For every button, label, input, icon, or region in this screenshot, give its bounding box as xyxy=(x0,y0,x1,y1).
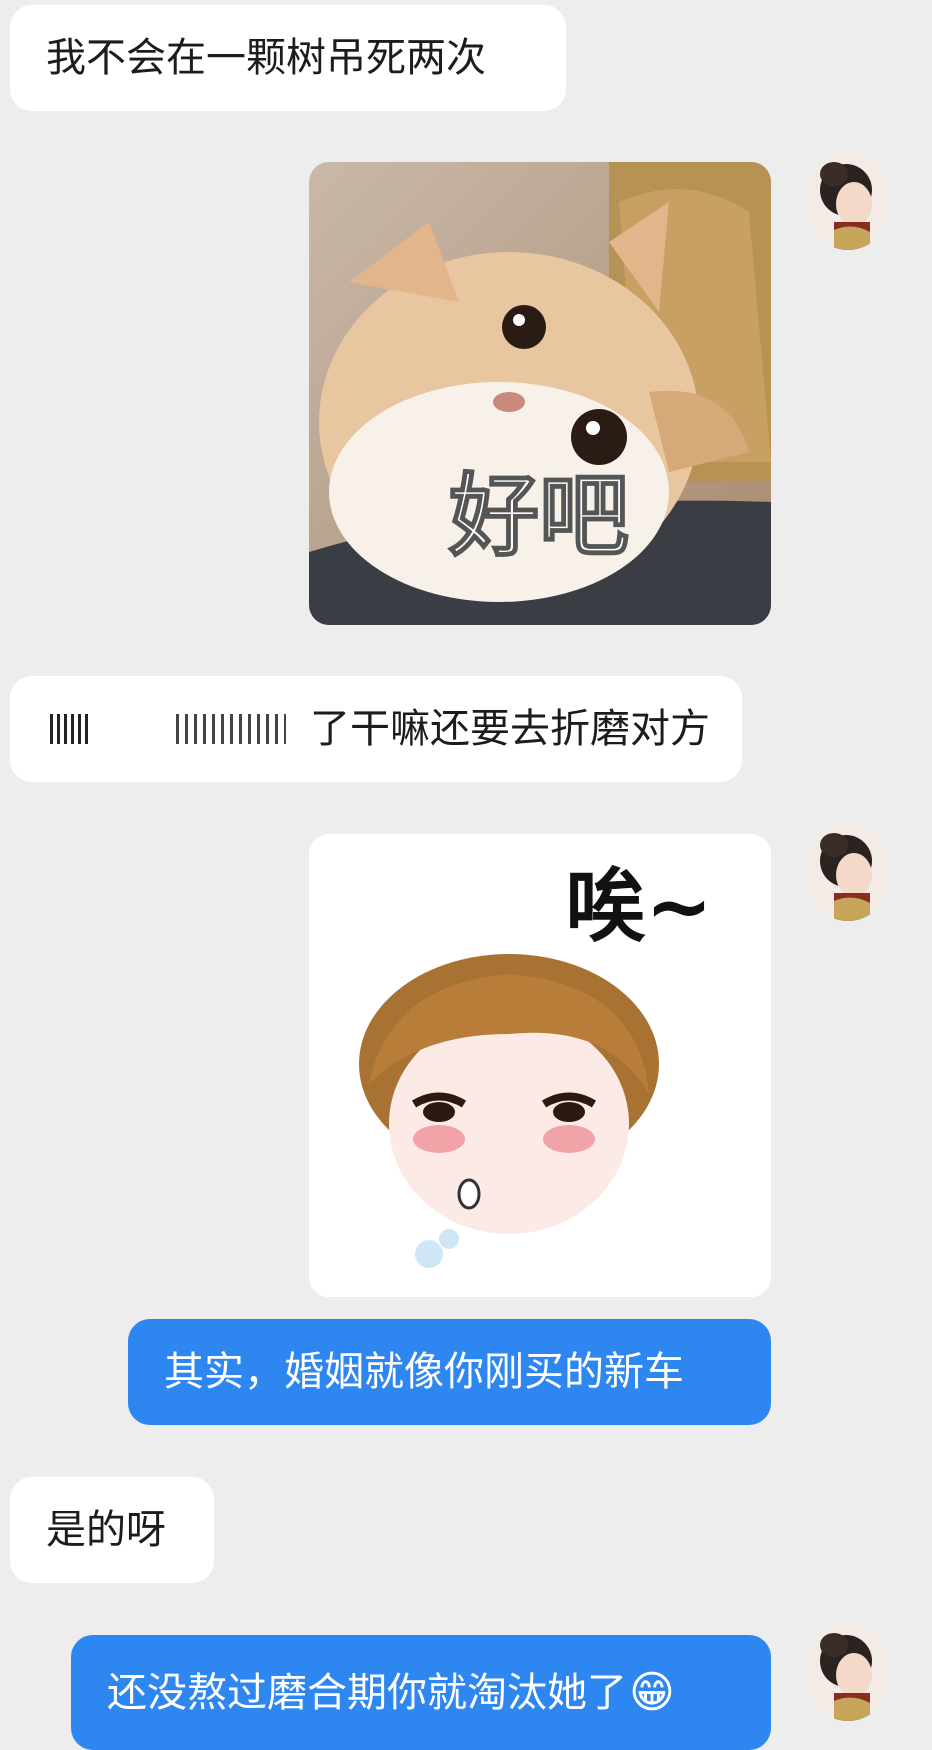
message-bubble-incoming[interactable]: 我不会在一颗树吊死两次 xyxy=(10,5,566,111)
message-text: 了干嘛还要去折磨对方 xyxy=(310,706,710,752)
cat-sticker-icon: 好吧 xyxy=(309,162,771,625)
message-bubble-outgoing[interactable]: 其实，婚姻就像你刚买的新车 xyxy=(128,1319,771,1425)
avatar[interactable] xyxy=(804,823,892,921)
redacted-text xyxy=(50,714,300,744)
grinning-emoji-icon: 😁 xyxy=(629,1666,675,1718)
message-text: 是的呀 xyxy=(46,1507,166,1553)
avatar[interactable] xyxy=(804,152,892,250)
sticker-caption: 唉~ xyxy=(565,860,712,953)
message-bubble-incoming[interactable]: 是的呀 xyxy=(10,1477,214,1583)
message-text: 我不会在一颗树吊死两次 xyxy=(46,35,486,81)
message-text: 还没熬过磨合期你就淘汰她了 xyxy=(107,1669,627,1716)
cat-sticker[interactable]: 好吧 xyxy=(309,162,771,625)
sticker-caption: 好吧 xyxy=(448,464,629,569)
sigh-girl-sticker-icon: 唉~ xyxy=(309,834,771,1297)
message-bubble-outgoing[interactable]: 还没熬过磨合期你就淘汰她了 😁 xyxy=(71,1635,771,1750)
sigh-girl-sticker[interactable]: 唉~ xyxy=(309,834,771,1297)
user-avatar-icon xyxy=(804,152,892,250)
user-avatar-icon xyxy=(804,823,892,921)
message-bubble-incoming[interactable]: 了干嘛还要去折磨对方 xyxy=(10,676,742,782)
avatar[interactable] xyxy=(804,1623,892,1721)
message-text: 其实，婚姻就像你刚买的新车 xyxy=(164,1349,684,1395)
user-avatar-icon xyxy=(804,1623,892,1721)
